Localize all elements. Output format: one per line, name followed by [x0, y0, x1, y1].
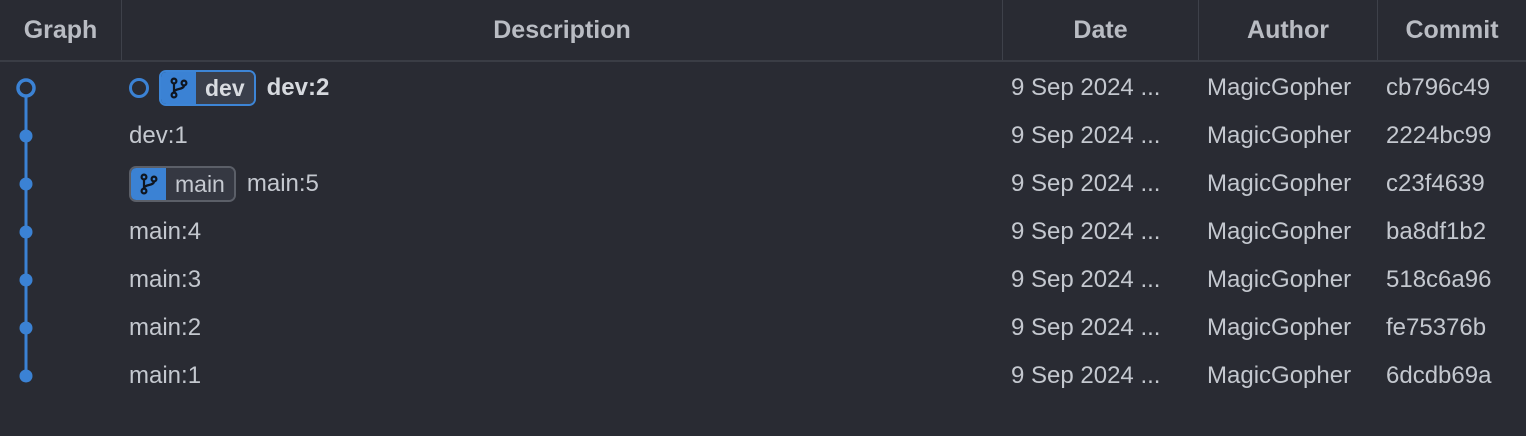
column-header-graph[interactable]: Graph	[0, 0, 122, 60]
author-cell: MagicGopher	[1207, 266, 1352, 293]
commit-message: dev:1	[129, 122, 188, 149]
column-header-author[interactable]: Author	[1199, 0, 1378, 60]
commit-hash-cell: ba8df1b2	[1386, 218, 1487, 245]
commit-hash-cell: 6dcdb69a	[1386, 362, 1492, 389]
commit-message: main:4	[129, 218, 202, 245]
author-cell: MagicGopher	[1207, 170, 1352, 197]
branch-badge-dev[interactable]: dev	[159, 70, 256, 106]
author-cell: MagicGopher	[1207, 218, 1352, 245]
branch-label: dev	[196, 72, 254, 104]
description-cell: main:3	[129, 256, 999, 304]
table-row[interactable]: main:2 9 Sep 2024 ... MagicGopher fe75376b	[0, 304, 1526, 352]
commit-hash-cell: cb796c49	[1386, 74, 1491, 101]
commit-hash-cell: fe75376b	[1386, 314, 1487, 341]
author-cell: MagicGopher	[1207, 74, 1352, 101]
table-row[interactable]: main:4 9 Sep 2024 ... MagicGopher ba8df1b2	[0, 208, 1526, 256]
description-cell: main:2	[129, 304, 999, 352]
date-cell: 9 Sep 2024 ...	[1011, 362, 1161, 389]
description-cell: main:1	[129, 352, 999, 400]
commit-message: main:3	[129, 266, 202, 293]
table-row[interactable]: dev:1 9 Sep 2024 ... MagicGopher 2224bc99	[0, 112, 1526, 160]
description-cell: dev:1	[129, 112, 999, 160]
branch-label: main	[166, 168, 234, 200]
commit-hash-cell: 2224bc99	[1386, 122, 1492, 149]
commit-hash-cell: c23f4639	[1386, 170, 1485, 197]
description-cell: main:4	[129, 208, 999, 256]
date-cell: 9 Sep 2024 ...	[1011, 74, 1161, 101]
author-cell: MagicGopher	[1207, 122, 1352, 149]
author-cell: MagicGopher	[1207, 314, 1352, 341]
table-row[interactable]: main:1 9 Sep 2024 ... MagicGopher 6dcdb69a	[0, 352, 1526, 400]
table-row[interactable]: dev dev:2 9 Sep 2024 ... MagicGopher cb796c4…	[0, 64, 1526, 112]
commit-history-table: Graph Description Date Author Commit dev…	[0, 0, 1526, 436]
date-cell: 9 Sep 2024 ...	[1011, 122, 1161, 149]
date-cell: 9 Sep 2024 ...	[1011, 170, 1161, 197]
git-branch-icon	[131, 168, 166, 200]
column-header-description[interactable]: Description	[122, 0, 1003, 60]
description-cell: dev dev:2	[129, 64, 999, 112]
author-cell: MagicGopher	[1207, 362, 1352, 389]
date-cell: 9 Sep 2024 ...	[1011, 218, 1161, 245]
git-branch-icon	[161, 72, 196, 104]
column-header-commit[interactable]: Commit	[1378, 0, 1526, 60]
description-cell: main main:5	[129, 160, 999, 208]
commit-message: main:5	[246, 170, 319, 197]
head-commit-ring-icon	[129, 78, 149, 98]
column-header-date[interactable]: Date	[1003, 0, 1199, 60]
branch-badge-main[interactable]: main	[129, 166, 236, 202]
commit-message: main:2	[129, 314, 202, 341]
commit-message: dev:2	[266, 74, 330, 101]
table-row[interactable]: main:3 9 Sep 2024 ... MagicGopher 518c6a96	[0, 256, 1526, 304]
commit-message: main:1	[129, 362, 202, 389]
commit-hash-cell: 518c6a96	[1386, 266, 1492, 293]
date-cell: 9 Sep 2024 ...	[1011, 314, 1161, 341]
table-row[interactable]: main main:5 9 Sep 2024 ... MagicGopher c23f4…	[0, 160, 1526, 208]
table-header: Graph Description Date Author Commit	[0, 0, 1526, 62]
date-cell: 9 Sep 2024 ...	[1011, 266, 1161, 293]
